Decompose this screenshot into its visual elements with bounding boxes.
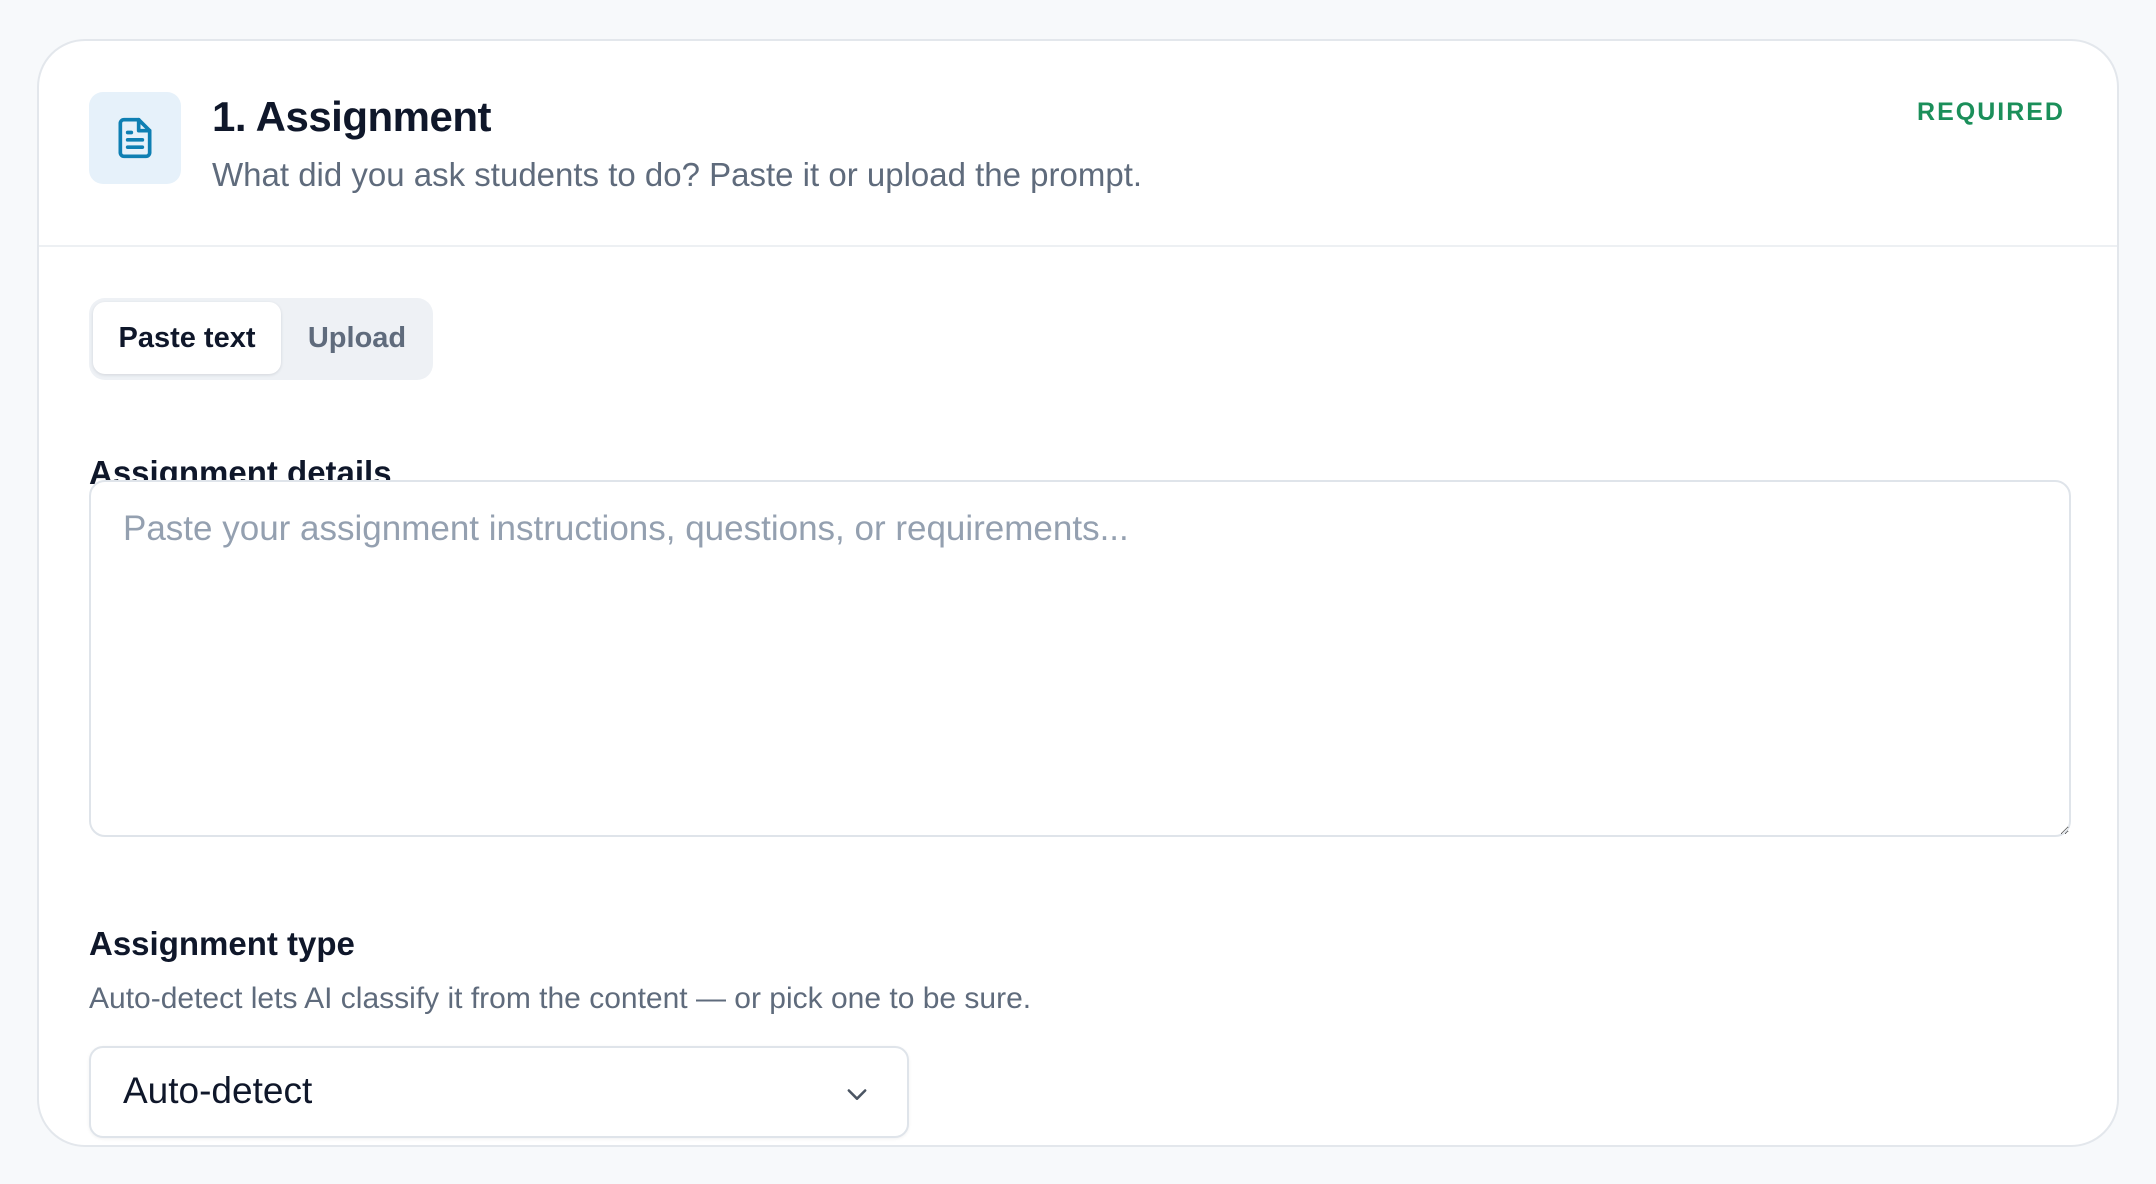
assignment-type-hint: Auto-detect lets AI classify it from the… xyxy=(89,982,1032,1015)
assignment-type-selected-value: Auto-detect xyxy=(123,1070,313,1111)
required-badge: REQUIRED xyxy=(1917,98,2065,126)
assignment-type-select[interactable]: Auto-detect xyxy=(89,1046,909,1138)
section-subtitle: What did you ask students to do? Paste i… xyxy=(212,156,1143,193)
assignment-card: 1. Assignment What did you ask students … xyxy=(37,39,2119,1147)
tab-upload[interactable]: Upload xyxy=(285,302,429,374)
document-icon xyxy=(89,92,181,184)
section-title: 1. Assignment xyxy=(212,93,492,140)
input-mode-toggle: Paste text Upload xyxy=(89,298,433,380)
assignment-type-label: Assignment type xyxy=(89,925,355,962)
chevron-down-icon xyxy=(847,1089,867,1100)
tab-paste-text[interactable]: Paste text xyxy=(93,302,281,374)
assignment-details-textarea[interactable] xyxy=(89,480,2071,837)
card-header: 1. Assignment What did you ask students … xyxy=(39,41,2117,247)
